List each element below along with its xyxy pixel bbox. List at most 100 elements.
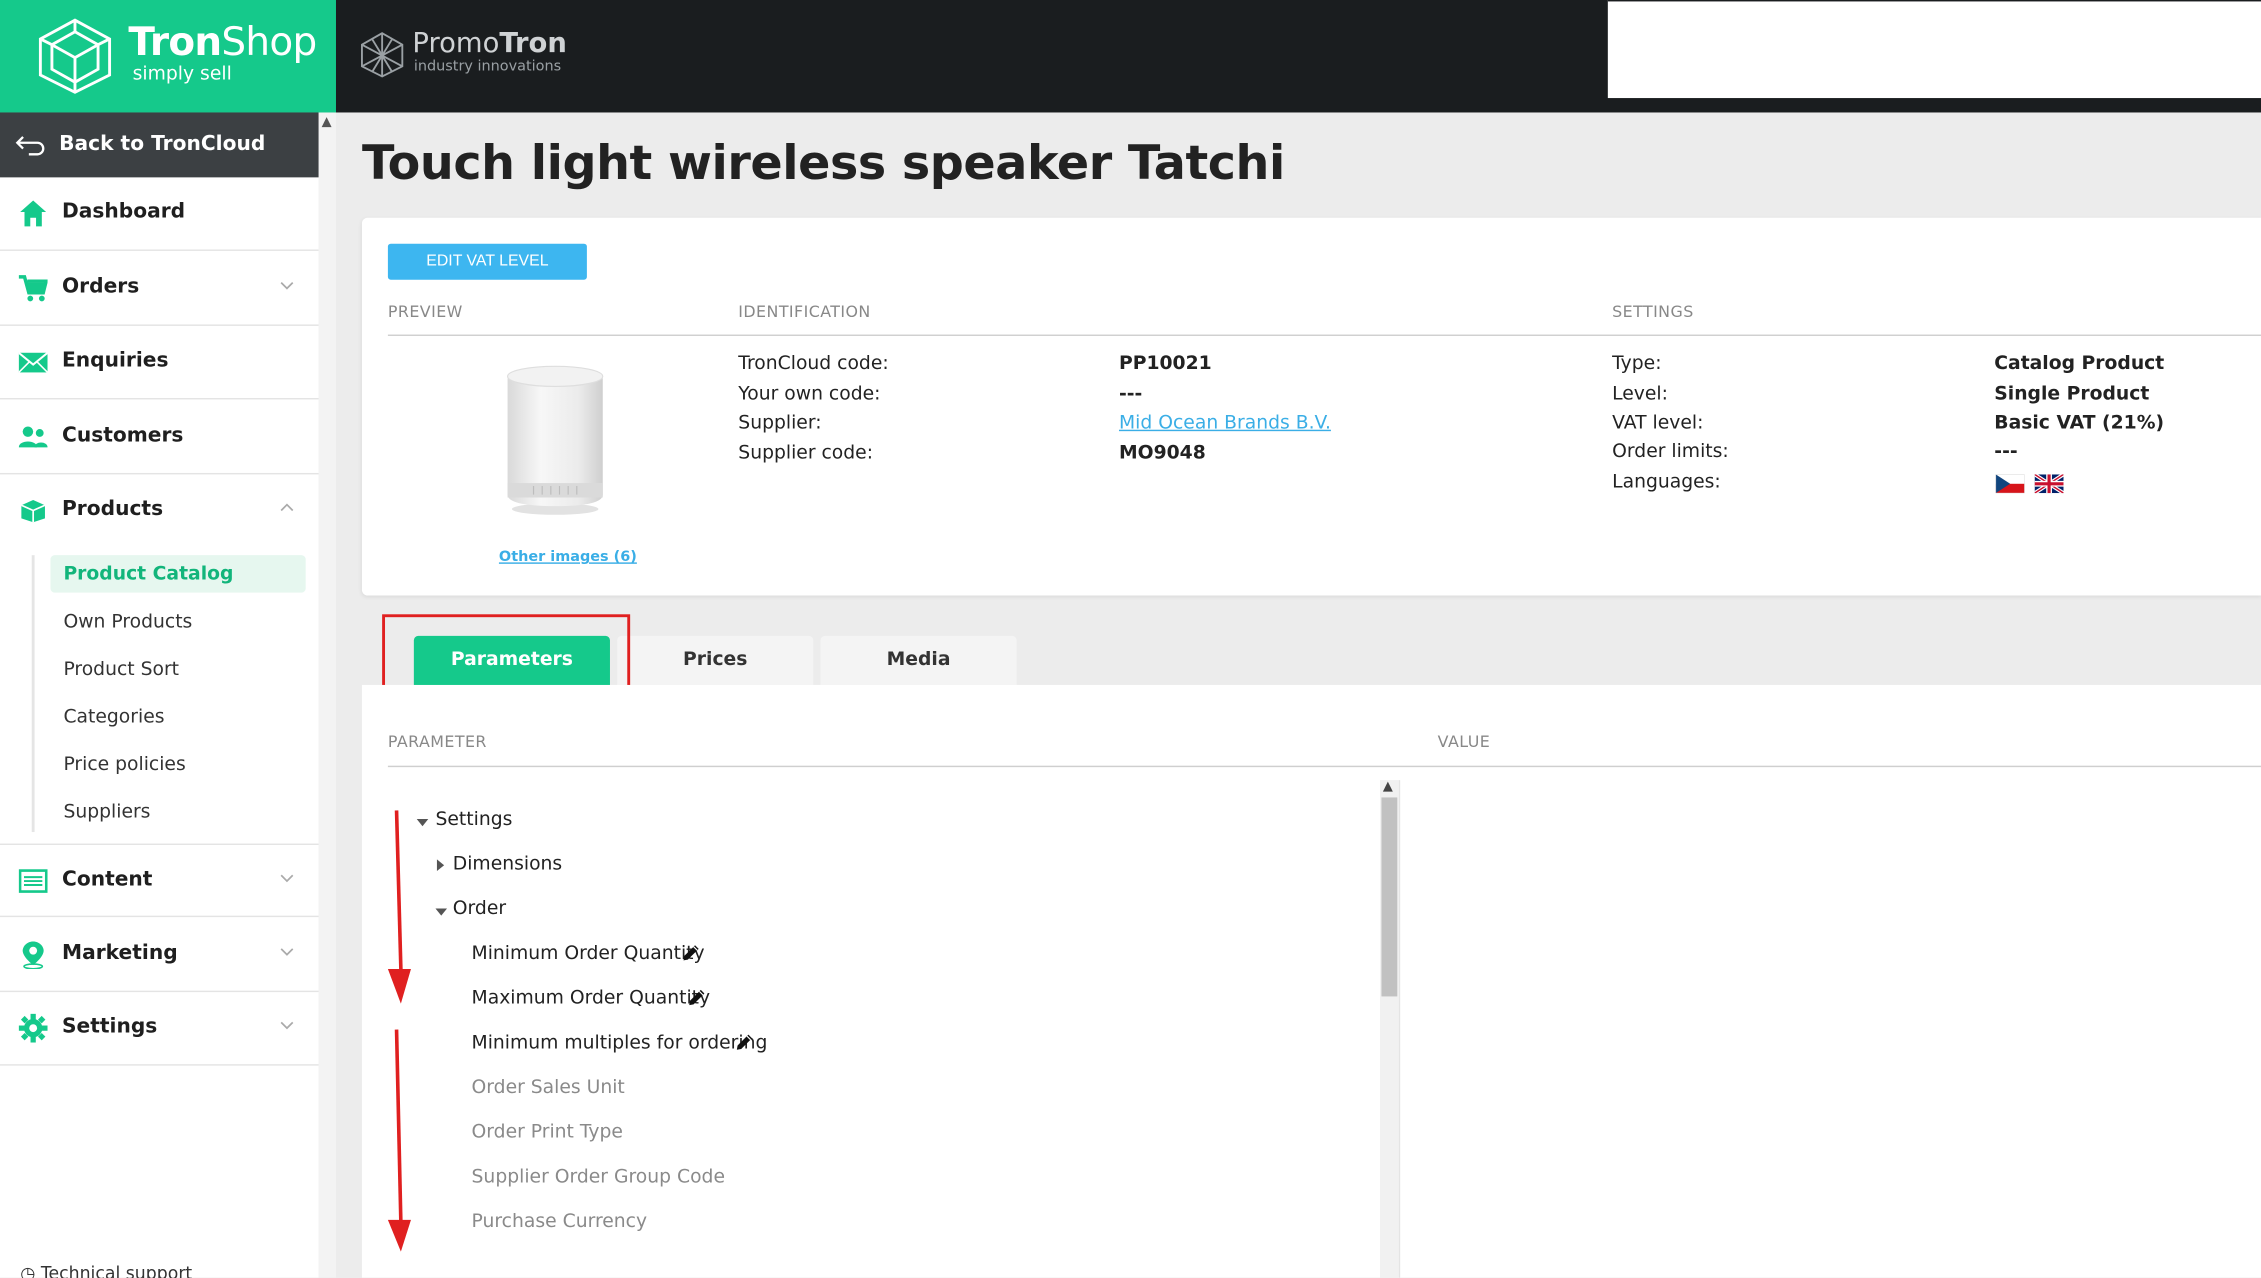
partner-tagline: industry innovations — [413, 59, 562, 75]
tree-node-min-order-qty[interactable]: Minimum Order Quantity — [472, 943, 705, 965]
tree-node-supplier-order-group-code[interactable]: Supplier Order Group Code — [472, 1167, 725, 1189]
edit-vat-level-button[interactable]: EDIT VAT LEVEL — [387, 243, 587, 280]
sidebar-item-content[interactable]: Content — [0, 843, 319, 918]
red-arrow-icon — [387, 1029, 411, 1252]
own-code-value: --- — [1118, 383, 1143, 406]
users-icon — [18, 426, 48, 448]
sidebar-item-label: Settings — [62, 1015, 158, 1039]
back-arrow-icon — [15, 136, 45, 156]
back-label: Back to TronCloud — [59, 132, 266, 156]
preview-heading: PREVIEW — [387, 302, 463, 322]
tree-node-order-print-type[interactable]: Order Print Type — [472, 1122, 623, 1144]
envelope-icon — [18, 352, 48, 373]
tree-node-order-sales-unit[interactable]: Order Sales Unit — [472, 1077, 625, 1099]
submenu-rail — [31, 555, 35, 833]
sidebar-sub-own-products[interactable]: Own Products — [50, 603, 305, 640]
edit-pencil-icon[interactable] — [682, 943, 701, 962]
sidebar-item-label: Customers — [62, 423, 184, 448]
settings-heading: SETTINGS — [1612, 302, 1694, 322]
header-blank-area — [1607, 0, 2261, 99]
sidebar-sub-price-policies[interactable]: Price policies — [50, 746, 305, 783]
identification-heading: IDENTIFICATION — [738, 302, 871, 322]
list-icon — [18, 869, 48, 893]
sidebar-item-settings[interactable]: Settings — [0, 992, 319, 1066]
brand-logo[interactable]: TronShop simply sell — [0, 0, 336, 113]
sidebar-item-customers[interactable]: Customers — [0, 401, 319, 475]
tree-node-settings[interactable]: Settings — [435, 809, 512, 831]
sidebar-sub-product-catalog[interactable]: Product Catalog — [50, 555, 306, 593]
technical-support-link[interactable]: ◷ Technical support — [20, 1263, 192, 1278]
tree-node-dimensions[interactable]: Dimensions — [453, 854, 562, 876]
edit-pencil-icon[interactable] — [735, 1032, 754, 1051]
sidebar-item-marketing[interactable]: Marketing — [0, 919, 319, 993]
uk-flag-icon — [2034, 474, 2064, 494]
chevron-down-icon — [280, 282, 294, 290]
chevron-up-icon — [280, 503, 294, 512]
sidebar-item-enquiries[interactable]: Enquiries — [0, 326, 319, 400]
sidebar-item-dashboard[interactable]: Dashboard — [0, 177, 319, 251]
type-value: Catalog Product — [1994, 353, 2165, 375]
tree-node-max-order-qty[interactable]: Maximum Order Quantity — [472, 988, 711, 1010]
vat-level-label: VAT level: — [1612, 412, 1704, 435]
value-column-header: VALUE — [1437, 732, 1491, 752]
chevron-down-icon — [280, 948, 294, 956]
sidebar-item-label: Marketing — [62, 941, 178, 965]
collapse-caret-icon[interactable] — [436, 859, 445, 871]
brand-name: TronShop — [128, 20, 317, 65]
support-icon: ◷ — [20, 1263, 36, 1278]
tree-node-order[interactable]: Order — [453, 898, 506, 920]
header-divider — [387, 765, 2261, 768]
sidebar-sub-product-sort[interactable]: Product Sort — [50, 650, 305, 687]
scroll-up-arrow-icon[interactable]: ▲ — [1383, 780, 1393, 794]
scrollbar-thumb[interactable] — [1381, 797, 1398, 997]
promotron-logo-icon — [361, 32, 404, 78]
other-images-link[interactable]: Other images (6) — [499, 549, 637, 565]
parameter-tree: Settings Dimensions Order Minimum Order … — [388, 780, 1399, 1277]
cube-logo-icon — [38, 18, 112, 94]
gear-icon — [18, 1013, 48, 1043]
sidebar-item-label: Content — [62, 868, 153, 892]
cart-icon — [18, 275, 48, 302]
troncloud-code-label: TronCloud code: — [738, 353, 889, 375]
tab-prices[interactable]: Prices — [617, 635, 814, 685]
product-image[interactable] — [505, 362, 606, 518]
chevron-down-icon — [280, 1021, 294, 1030]
sidebar-item-label: Enquiries — [62, 348, 169, 373]
own-code-label: Your own code: — [738, 383, 881, 406]
sidebar-sub-categories[interactable]: Categories — [50, 698, 305, 735]
languages-label: Languages: — [1612, 471, 1721, 494]
back-to-troncloud-button[interactable]: Back to TronCloud — [0, 112, 319, 178]
brand-tagline: simply sell — [132, 63, 232, 86]
tree-node-min-multiples[interactable]: Minimum multiples for ordering — [472, 1032, 768, 1054]
product-summary-card: EDIT VAT LEVEL PREVIEW IDENTIFICATION SE… — [361, 217, 2261, 596]
cz-flag-icon — [1995, 474, 2025, 494]
order-limits-value: --- — [1994, 441, 2018, 463]
level-label: Level: — [1612, 383, 1668, 406]
troncloud-code-value: PP10021 — [1118, 353, 1212, 375]
expand-caret-icon[interactable] — [435, 908, 448, 916]
parameter-column-header: PARAMETER — [387, 732, 487, 752]
vat-level-value: Basic VAT (21%) — [1994, 412, 2165, 435]
section-divider — [387, 334, 2261, 336]
edit-pencil-icon[interactable] — [688, 988, 707, 1007]
home-icon — [20, 200, 47, 227]
map-pin-icon — [22, 941, 44, 970]
sidebar: Back to TronCloud Dashboard Orders Enqui… — [0, 112, 319, 1278]
sidebar-item-label: Orders — [62, 275, 140, 299]
top-bar: TronShop simply sell PromoTron industry … — [0, 0, 2261, 113]
sidebar-sub-suppliers[interactable]: Suppliers — [50, 793, 305, 830]
scroll-up-arrow-icon[interactable]: ▲ — [322, 115, 332, 129]
sidebar-item-orders[interactable]: Orders — [0, 252, 319, 326]
expand-caret-icon[interactable] — [416, 819, 429, 827]
chevron-down-icon — [280, 874, 294, 883]
parameter-tree-scrollbar[interactable]: ▲ — [1379, 780, 1399, 1278]
red-arrow-icon — [387, 810, 411, 1004]
partner-name: PromoTron — [412, 27, 567, 60]
sidebar-scrollbar[interactable]: ▲ — [318, 112, 336, 1278]
sidebar-item-products[interactable]: Products — [0, 474, 319, 548]
tree-node-purchase-currency[interactable]: Purchase Currency — [472, 1211, 648, 1233]
sidebar-item-label: Products — [62, 497, 164, 521]
tab-media[interactable]: Media — [820, 635, 1017, 685]
supplier-code-value: MO9048 — [1118, 442, 1206, 465]
supplier-link[interactable]: Mid Ocean Brands B.V. — [1119, 412, 1331, 434]
